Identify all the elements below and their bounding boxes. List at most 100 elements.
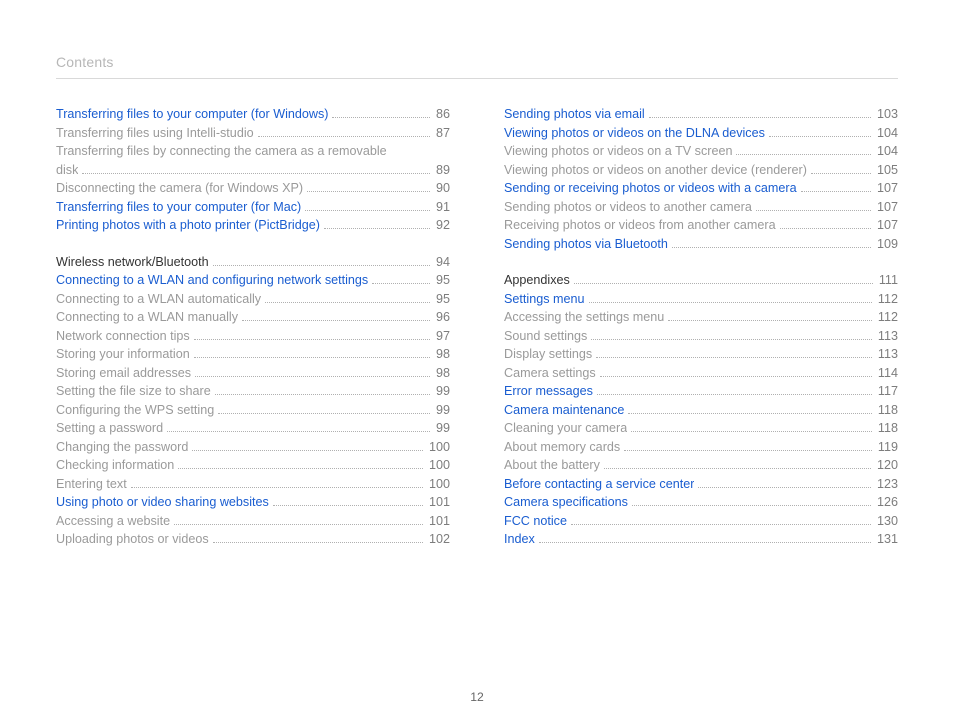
toc-entry-page: 109 [875, 235, 898, 254]
page: Contents Transferring files to your comp… [0, 0, 954, 720]
toc-entry-page: 100 [427, 475, 450, 494]
toc-leader-dots [628, 403, 872, 413]
toc-entry[interactable]: Camera maintenance 118 [504, 401, 898, 420]
toc-entry-label: Checking information [56, 456, 174, 475]
toc-entry-label: Transferring files to your computer (for… [56, 105, 328, 124]
toc-entry: Viewing photos or videos on another devi… [504, 161, 898, 180]
toc-entry[interactable]: Transferring files to your computer (for… [56, 105, 450, 124]
toc-entry[interactable]: Printing photos with a photo printer (Pi… [56, 216, 450, 235]
toc-entry[interactable]: FCC notice130 [504, 512, 898, 531]
toc-entry-label: Before contacting a service center [504, 475, 694, 494]
toc-leader-dots [131, 477, 423, 487]
toc-entry: Configuring the WPS setting99 [56, 401, 450, 420]
toc-entry: Sound settings113 [504, 327, 898, 346]
toc-leader-dots [801, 182, 871, 192]
toc-entry[interactable]: Sending or receiving photos or videos wi… [504, 179, 898, 198]
toc-entry-page: 131 [875, 530, 898, 549]
toc-entry-page: 118 [876, 401, 898, 420]
toc-entry: Uploading photos or videos102 [56, 530, 450, 549]
toc-entry: Sending photos or videos to another came… [504, 198, 898, 217]
toc-entry-page: 123 [875, 475, 898, 494]
toc-entry: About memory cards119 [504, 438, 898, 457]
toc-entry: Viewing photos or videos on a TV screen1… [504, 142, 898, 161]
toc-entry-label: Transferring files using Intelli-studio [56, 124, 254, 143]
toc-entry-label: Accessing the settings menu [504, 308, 664, 327]
toc-leader-dots [591, 329, 872, 339]
toc-leader-dots [811, 163, 871, 173]
toc-entry[interactable]: Before contacting a service center 123 [504, 475, 898, 494]
toc-entry-label: Sending photos or videos to another came… [504, 198, 752, 217]
toc-entry[interactable]: Appendixes111 [504, 271, 898, 290]
toc-entry-page: 101 [427, 512, 450, 531]
toc-entry-label: Sending photos via email [504, 105, 645, 124]
toc-entry-page: 97 [434, 327, 450, 346]
toc-entry-label: Camera maintenance [504, 401, 624, 420]
toc-leader-dots [574, 274, 873, 284]
toc-entry-page: 95 [434, 271, 450, 290]
toc-entry-page: 118 [876, 419, 898, 438]
toc-leader-dots [195, 366, 430, 376]
toc-entry-label: Connecting to a WLAN manually [56, 308, 238, 327]
toc-entry[interactable]: Settings menu112 [504, 290, 898, 309]
toc-entry-label: Using photo or video sharing websites [56, 493, 269, 512]
toc-entry-label: Changing the password [56, 438, 188, 457]
toc-entry[interactable]: Transferring files to your computer (for… [56, 198, 450, 217]
toc-entry: About the battery120 [504, 456, 898, 475]
toc-entry: Transferring files by connecting the cam… [56, 142, 450, 161]
toc-leader-dots [604, 459, 871, 469]
toc-entry-page: 100 [427, 438, 450, 457]
toc-entry-page: 96 [434, 308, 450, 327]
toc-leader-dots [332, 108, 430, 118]
toc-leader-dots [273, 496, 423, 506]
toc-entry: Storing email addresses98 [56, 364, 450, 383]
toc-entry-page: 100 [427, 456, 450, 475]
toc-entry-page: 126 [875, 493, 898, 512]
toc-entry[interactable]: Index131 [504, 530, 898, 549]
toc-leader-dots [756, 200, 871, 210]
toc-entry[interactable]: Error messages117 [504, 382, 898, 401]
toc-entry-page: 119 [876, 438, 898, 457]
toc-leader-dots [265, 292, 430, 302]
toc-entry: disk89 [56, 161, 450, 180]
toc-columns: Transferring files to your computer (for… [56, 105, 898, 549]
toc-entry-page: 101 [427, 493, 450, 512]
toc-entry-page: 94 [434, 253, 450, 272]
toc-leader-dots [631, 422, 872, 432]
toc-entry-label: Connecting to a WLAN and configuring net… [56, 271, 368, 290]
toc-entry-label: Storing your information [56, 345, 190, 364]
toc-entry-label: Sending or receiving photos or videos wi… [504, 179, 797, 198]
toc-entry-label: Viewing photos or videos on another devi… [504, 161, 807, 180]
toc-leader-dots [305, 200, 430, 210]
toc-entry-page: 112 [876, 308, 898, 327]
toc-entry: Accessing a website 101 [56, 512, 450, 531]
toc-entry-label: Camera settings [504, 364, 596, 383]
toc-entry: Accessing the settings menu 112 [504, 308, 898, 327]
toc-entry[interactable]: Sending photos via email103 [504, 105, 898, 124]
toc-entry[interactable]: Connecting to a WLAN and configuring net… [56, 271, 450, 290]
toc-leader-dots [600, 366, 872, 376]
toc-entry-page: 91 [434, 198, 450, 217]
toc-leader-dots [589, 292, 872, 302]
toc-leader-dots [632, 496, 871, 506]
toc-entry[interactable]: Camera specifications126 [504, 493, 898, 512]
toc-entry: Setting the file size to share99 [56, 382, 450, 401]
toc-entry-label: Setting a password [56, 419, 163, 438]
toc-entry-label: Accessing a website [56, 512, 170, 531]
toc-entry[interactable]: Viewing photos or videos on the DLNA dev… [504, 124, 898, 143]
toc-leader-dots [174, 514, 423, 524]
toc-entry-page: 104 [875, 124, 898, 143]
toc-entry[interactable]: Using photo or video sharing websites 101 [56, 493, 450, 512]
toc-entry[interactable]: Sending photos via Bluetooth109 [504, 235, 898, 254]
toc-entry-page: 87 [434, 124, 450, 143]
toc-leader-dots [218, 403, 430, 413]
toc-entry: Camera settings114 [504, 364, 898, 383]
toc-entry-page: 117 [876, 382, 898, 401]
toc-entry: Disconnecting the camera (for Windows XP… [56, 179, 450, 198]
toc-entry: Display settings113 [504, 345, 898, 364]
toc-entry[interactable]: Wireless network/Bluetooth94 [56, 253, 450, 272]
toc-entry: Checking information 100 [56, 456, 450, 475]
toc-entry-label: Transferring files by connecting the cam… [56, 142, 387, 161]
toc-leader-dots [194, 329, 430, 339]
toc-entry-page: 104 [875, 142, 898, 161]
toc-entry-page: 99 [434, 419, 450, 438]
